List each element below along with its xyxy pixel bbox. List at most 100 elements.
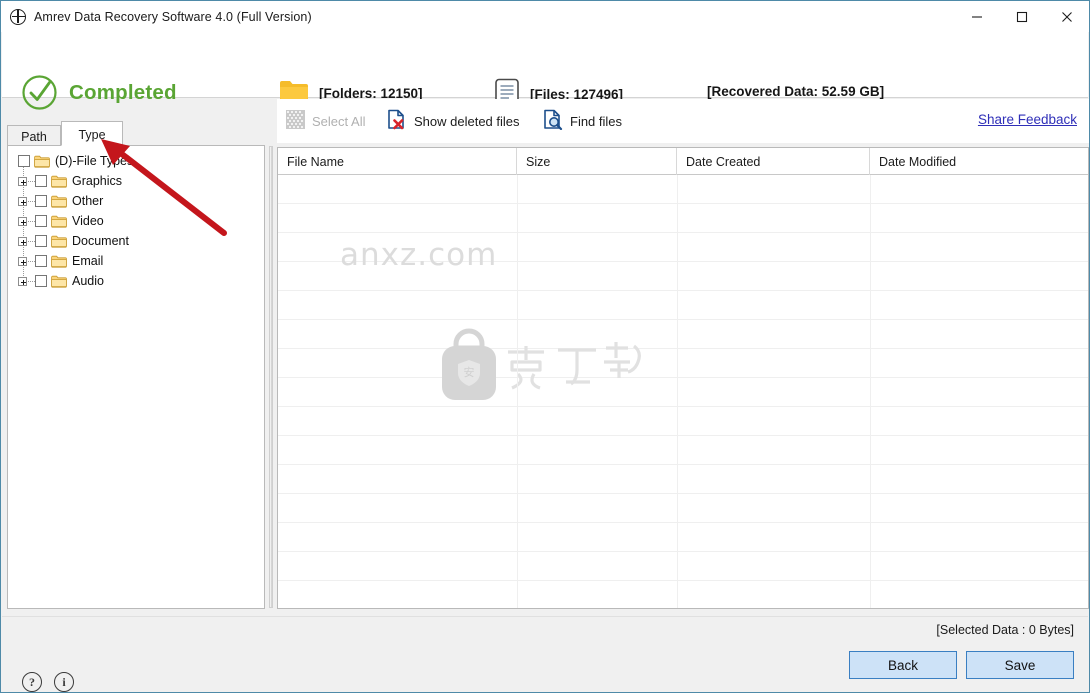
tree-item-video[interactable]: Video — [8, 211, 264, 231]
table-header-row: File Name Size Date Created Date Modified — [278, 148, 1088, 175]
tree-checkbox[interactable] — [35, 195, 47, 207]
column-header-file-name[interactable]: File Name — [278, 148, 517, 175]
tree-panel: Path Type (D)-File Types Graphics Other Vi — [7, 121, 265, 609]
table-row[interactable] — [278, 349, 1088, 378]
expand-icon[interactable] — [18, 236, 27, 246]
tab-type[interactable]: Type — [61, 121, 123, 146]
info-icon[interactable]: i — [54, 672, 74, 692]
tree-item-other[interactable]: Other — [8, 191, 264, 211]
folder-icon — [51, 195, 67, 208]
folder-icon — [51, 235, 67, 248]
close-button[interactable] — [1044, 1, 1089, 32]
file-type-tree[interactable]: (D)-File Types Graphics Other Video Documen… — [7, 145, 265, 609]
file-list-table[interactable]: File Name Size Date Created Date Modified 安 — [277, 147, 1089, 609]
tree-children-container: Graphics Other Video Document Email Audio — [8, 171, 264, 291]
column-divider — [870, 175, 871, 608]
question-mark-icon[interactable]: ? — [22, 672, 42, 692]
selected-data-label: [Selected Data : 0 Bytes] — [936, 623, 1074, 637]
column-header-date-modified[interactable]: Date Modified — [870, 148, 1088, 175]
column-divider — [677, 175, 678, 608]
tree-connector — [28, 200, 35, 202]
tree-item-label: Email — [72, 254, 104, 268]
footer-bar: [Selected Data : 0 Bytes] Back Save ? i — [2, 616, 1088, 692]
table-row[interactable] — [278, 378, 1088, 407]
select-all-button[interactable]: Select All — [283, 107, 368, 135]
file-toolbar: Select All Show deleted files Find files… — [277, 99, 1089, 143]
file-delete-icon — [387, 109, 407, 133]
recovered-stat: [Recovered Data: 52.59 GB] — [707, 84, 884, 99]
scan-status: Completed — [21, 74, 177, 111]
expand-icon[interactable] — [18, 256, 27, 266]
tree-item-label: Audio — [72, 274, 104, 288]
tree-connector — [28, 280, 35, 282]
application-window: Amrev Data Recovery Software 4.0 (Full V… — [0, 0, 1090, 693]
crosshair-circle-icon — [10, 8, 26, 25]
panel-splitter[interactable] — [267, 146, 274, 608]
tree-item-graphics[interactable]: Graphics — [8, 171, 264, 191]
show-deleted-files-label: Show deleted files — [414, 113, 520, 129]
tree-tabstrip: Path Type — [7, 121, 265, 146]
folder-icon — [34, 155, 50, 168]
tree-item-root[interactable]: (D)-File Types — [8, 151, 264, 171]
tree-checkbox[interactable] — [18, 155, 30, 167]
save-button[interactable]: Save — [966, 651, 1074, 679]
table-row[interactable] — [278, 523, 1088, 552]
table-body[interactable]: 安 anxz.com — [278, 175, 1088, 608]
table-row[interactable] — [278, 291, 1088, 320]
tree-item-label: Other — [72, 194, 104, 208]
expand-icon[interactable] — [18, 176, 27, 186]
table-row[interactable] — [278, 175, 1088, 204]
column-header-size[interactable]: Size — [517, 148, 677, 175]
column-divider — [517, 175, 518, 608]
table-row[interactable] — [278, 494, 1088, 523]
window-title: Amrev Data Recovery Software 4.0 (Full V… — [34, 9, 312, 24]
share-feedback-link[interactable]: Share Feedback — [978, 112, 1077, 127]
folder-icon — [51, 175, 67, 188]
find-files-label: Find files — [570, 113, 623, 129]
find-files-button[interactable]: Find files — [540, 107, 625, 135]
table-row[interactable] — [278, 407, 1088, 436]
recovered-data: [Recovered Data: 52.59 GB] — [707, 84, 885, 99]
table-row[interactable] — [278, 552, 1088, 581]
tree-item-email[interactable]: Email — [8, 251, 264, 271]
title-bar: Amrev Data Recovery Software 4.0 (Full V… — [1, 1, 1089, 32]
maximize-button[interactable] — [999, 1, 1044, 32]
tab-path[interactable]: Path — [7, 125, 61, 146]
tree-connector — [28, 220, 35, 222]
folder-icon — [51, 255, 67, 268]
tree-checkbox[interactable] — [35, 175, 47, 187]
table-row[interactable] — [278, 581, 1088, 608]
back-button[interactable]: Back — [849, 651, 957, 679]
status-header: Completed [Folders: 12150] [Files: 12749… — [2, 32, 1088, 110]
expand-icon[interactable] — [18, 196, 27, 206]
file-search-icon — [543, 109, 563, 133]
table-row[interactable] — [278, 436, 1088, 465]
tree-connector — [28, 240, 35, 242]
folder-icon — [51, 215, 67, 228]
check-circle-icon — [21, 74, 58, 111]
status-label: Completed — [69, 80, 177, 104]
tree-connector — [28, 260, 35, 262]
tree-item-audio[interactable]: Audio — [8, 271, 264, 291]
tree-connector — [28, 180, 35, 182]
folder-icon — [51, 275, 67, 288]
watermark-text: anxz.com — [340, 237, 498, 273]
tree-item-label: (D)-File Types — [55, 154, 134, 168]
help-icon-group: ? i — [22, 672, 74, 692]
tree-checkbox[interactable] — [35, 215, 47, 227]
tree-item-label: Document — [72, 234, 129, 248]
checkbox-grid-icon — [286, 110, 305, 132]
tree-checkbox[interactable] — [35, 275, 47, 287]
minimize-button[interactable] — [954, 1, 999, 32]
column-header-date-created[interactable]: Date Created — [677, 148, 870, 175]
expand-icon[interactable] — [18, 216, 27, 226]
show-deleted-files-button[interactable]: Show deleted files — [384, 107, 523, 135]
tree-checkbox[interactable] — [35, 255, 47, 267]
table-row[interactable] — [278, 204, 1088, 233]
window-controls — [954, 1, 1089, 32]
expand-icon[interactable] — [18, 276, 27, 286]
table-row[interactable] — [278, 320, 1088, 349]
tree-item-document[interactable]: Document — [8, 231, 264, 251]
table-row[interactable] — [278, 465, 1088, 494]
tree-checkbox[interactable] — [35, 235, 47, 247]
